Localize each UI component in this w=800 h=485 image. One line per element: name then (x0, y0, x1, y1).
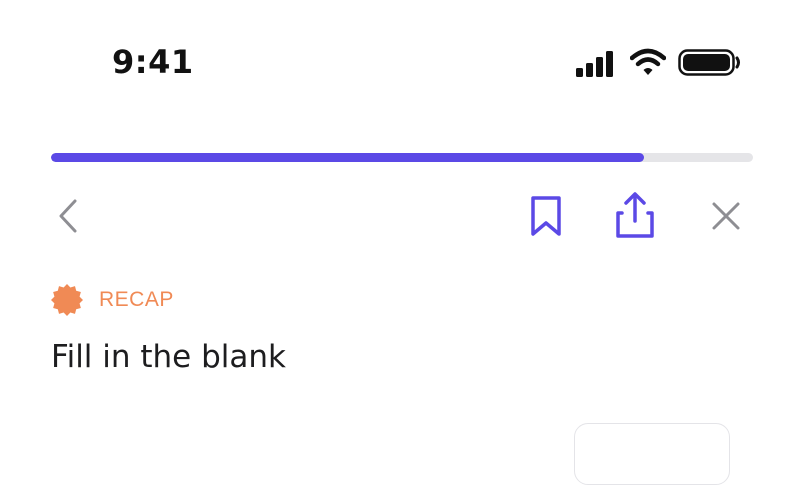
close-icon (712, 202, 740, 230)
share-button[interactable] (610, 190, 660, 240)
section-label: RECAP (99, 288, 174, 311)
status-time: 9:41 (112, 43, 194, 81)
back-button[interactable] (48, 194, 88, 238)
battery-icon (678, 49, 740, 76)
lesson-progress-fill (51, 153, 645, 162)
bookmark-button[interactable] (524, 192, 568, 240)
share-icon (616, 192, 654, 238)
answer-option-card[interactable] (574, 423, 730, 485)
close-button[interactable] (704, 194, 748, 238)
section-label-row: RECAP (50, 283, 174, 317)
chevron-left-icon (59, 199, 77, 233)
wifi-icon (630, 48, 666, 75)
question-title: Fill in the blank (51, 339, 286, 375)
lesson-progress-bar (51, 153, 753, 162)
badge-icon (51, 284, 83, 316)
status-icons (574, 46, 740, 80)
cellular-signal-icon (576, 51, 613, 77)
lesson-screen: 9:41 RECAP Fill in the blank (0, 0, 800, 485)
bookmark-icon (531, 196, 561, 236)
